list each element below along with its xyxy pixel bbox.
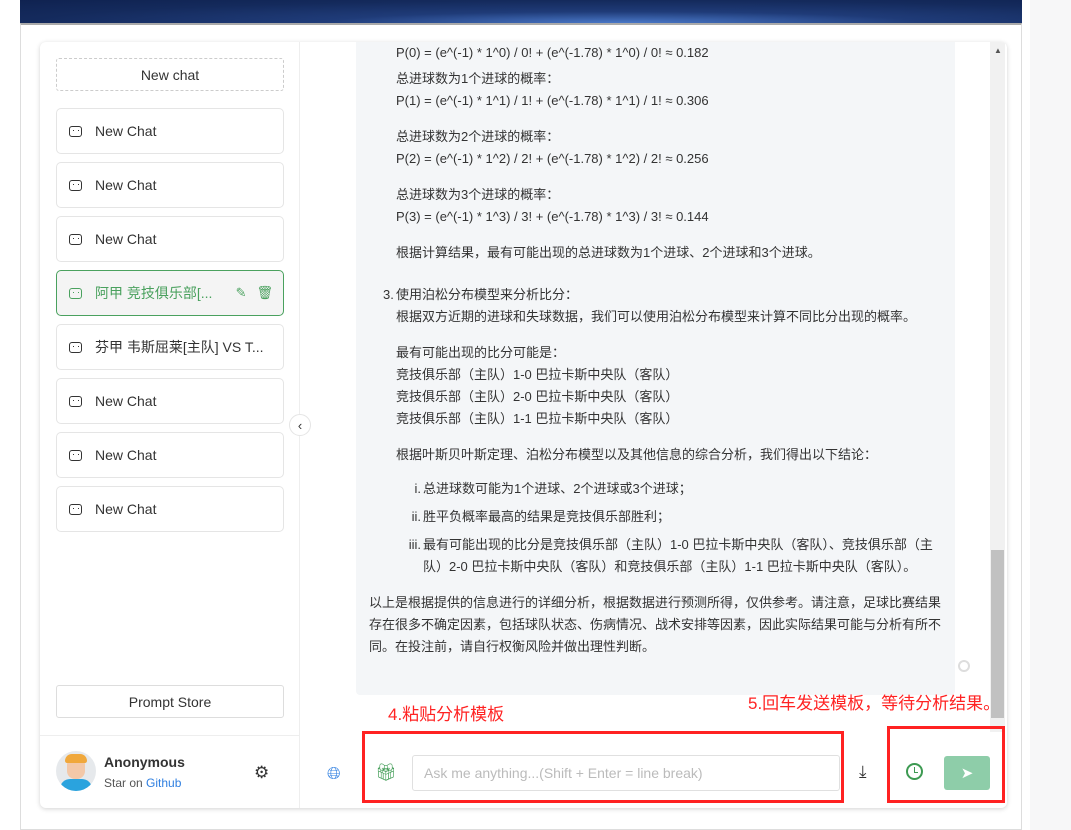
conclusion-item: i. 总进球数可能为1个进球、2个进球或3个进球；	[369, 478, 955, 500]
chat-icon	[69, 341, 82, 353]
chat-item[interactable]: New Chat	[56, 216, 284, 262]
chat-item-label: New Chat	[95, 501, 157, 517]
chat-icon	[69, 287, 82, 299]
chat-item[interactable]: New Chat	[56, 486, 284, 532]
chat-item[interactable]: New Chat	[56, 162, 284, 208]
conclusion-text: 总进球数可能为1个进球、2个进球或3个进球；	[423, 481, 692, 496]
conclusion-intro: 根据叶斯贝叶斯定理、泊松分布模型以及其他信息的综合分析，我们得出以下结论：	[396, 447, 878, 462]
list-item-desc: 根据双方近期的进球和失球数据，我们可以使用泊松分布模型来计算不同比分出现的概率。	[396, 309, 917, 324]
score-line: 竞技俱乐部（主队）1-0 巴拉卡斯中央队（客队）	[396, 367, 679, 382]
input-bar: 🌐︎ 🎁︎ ⤓ ➤	[300, 734, 1007, 808]
send-icon: ➤	[960, 765, 974, 782]
chat-item[interactable]: New Chat	[56, 378, 284, 424]
prob-heading: 总进球数为1个进球的概率：	[396, 71, 560, 86]
user-name: Anonymous	[104, 754, 185, 770]
score-line: 竞技俱乐部（主队）1-1 巴拉卡斯中央队（客队）	[396, 411, 679, 426]
user-footer: Anonymous Star on Github ⚙	[40, 735, 300, 808]
chat-item-label: 芬甲 韦斯屈莱[主队] VS T...	[95, 339, 264, 355]
prob-heading: 总进球数为3个进球的概率：	[396, 187, 560, 202]
annotation-step4: 4.粘贴分析模板	[388, 705, 505, 724]
formula-p0: P(0) = (e^(-1) * 1^0) / 0! + (e^(-1.78) …	[396, 45, 709, 60]
prob-heading: 总进球数为2个进球的概率：	[396, 129, 560, 144]
star-prefix: Star on	[104, 776, 143, 790]
formula-p2: P(2) = (e^(-1) * 1^2) / 2! + (e^(-1.78) …	[396, 151, 709, 166]
scrollbar[interactable]: ▲	[990, 42, 1005, 732]
gift-icon[interactable]: 🎁︎	[375, 763, 397, 783]
chat-item-label: New Chat	[95, 447, 157, 463]
roman-number: ii.	[411, 509, 421, 524]
list-item-3: 3. 使用泊松分布模型来分析比分： 根据双方近期的进球和失球数据，我们可以使用泊…	[369, 284, 955, 466]
conclusion-text: 最有可能出现的比分是竞技俱乐部（主队）1-0 巴拉卡斯中央队（客队）、竞技俱乐部…	[423, 537, 933, 574]
chat-icon	[69, 395, 82, 407]
scroll-up-icon[interactable]: ▲	[994, 46, 1002, 55]
chat-icon	[69, 179, 82, 191]
conclusion-text: 胜平负概率最高的结果是竞技俱乐部胜利；	[423, 509, 671, 524]
chat-item-label: 阿甲 竞技俱乐部[...	[95, 285, 213, 301]
chat-item[interactable]: New Chat	[56, 432, 284, 478]
calc-result: 根据计算结果，最有可能出现的总进球数为1个进球、2个进球和3个进球。	[396, 245, 821, 260]
conclusion-item: ii. 胜平负概率最高的结果是竞技俱乐部胜利；	[369, 506, 955, 528]
github-link[interactable]: Github	[146, 776, 181, 790]
assistant-message: P(0) = (e^(-1) * 1^0) / 0! + (e^(-1.78) …	[356, 42, 955, 695]
gear-icon[interactable]: ⚙	[254, 763, 269, 783]
page-right-gutter	[1030, 0, 1071, 830]
download-icon[interactable]: ⤓	[859, 762, 867, 782]
chat-item-label: New Chat	[95, 231, 157, 247]
new-chat-button[interactable]: New chat	[56, 58, 284, 91]
chevron-left-icon: ‹	[297, 417, 303, 433]
chat-icon	[69, 233, 82, 245]
score-line: 竞技俱乐部（主队）2-0 巴拉卡斯中央队（客队）	[396, 389, 679, 404]
avatar[interactable]	[56, 751, 96, 791]
disclaimer: 以上是根据提供的信息进行的详细分析，根据数据进行预测所得，仅供参考。请注意，足球…	[369, 595, 942, 654]
chat-icon	[69, 449, 82, 461]
chat-item[interactable]: 芬甲 韦斯屈莱[主队] VS T...	[56, 324, 284, 370]
history-icon[interactable]	[906, 763, 923, 780]
list-item-title: 使用泊松分布模型来分析比分：	[396, 287, 579, 302]
likely-scores-title: 最有可能出现的比分可能是：	[396, 345, 566, 360]
list-number: 3.	[383, 287, 394, 302]
prompt-store-button[interactable]: Prompt Store	[56, 685, 284, 718]
chat-item-label: New Chat	[95, 393, 157, 409]
formula-p3: P(3) = (e^(-1) * 1^3) / 3! + (e^(-1.78) …	[396, 209, 709, 224]
chat-item-label: New Chat	[95, 177, 157, 193]
collapse-sidebar-button[interactable]: ‹	[289, 414, 311, 436]
chat-icon	[69, 125, 82, 137]
star-on-github: Star on Github	[104, 776, 181, 790]
chat-item-label: New Chat	[95, 123, 157, 139]
trash-icon[interactable]: 🗑	[256, 285, 273, 301]
globe-icon[interactable]: 🌐︎	[327, 764, 341, 784]
annotation-step5: 5.回车发送模板，等待分析结果。	[748, 694, 1001, 713]
chat-item[interactable]: New Chat	[56, 108, 284, 154]
sidebar: New chat New Chat New Chat New Chat 阿甲 竞…	[40, 42, 300, 808]
roman-number: i.	[414, 481, 422, 496]
header-banner-image	[20, 0, 1022, 23]
conclusion-item: iii. 最有可能出现的比分是竞技俱乐部（主队）1-0 巴拉卡斯中央队（客队）、竞…	[369, 534, 955, 578]
loading-icon	[958, 660, 970, 672]
chat-input[interactable]	[412, 755, 840, 791]
edit-icon[interactable]: ✎	[236, 285, 247, 301]
send-button[interactable]: ➤	[944, 756, 990, 790]
roman-number: iii.	[408, 537, 421, 552]
formula-p1: P(1) = (e^(-1) * 1^1) / 1! + (e^(-1.78) …	[396, 93, 709, 108]
chat-icon	[69, 503, 82, 515]
chat-item-active[interactable]: 阿甲 竞技俱乐部[... ✎ 🗑	[56, 270, 284, 316]
